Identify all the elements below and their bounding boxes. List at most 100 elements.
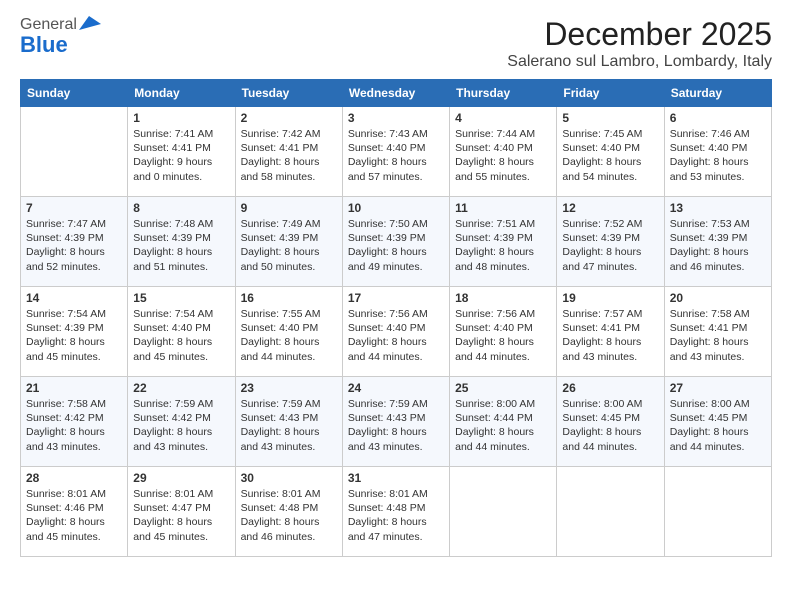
day-number: 13 [670, 201, 766, 215]
calendar-cell: 9 Sunrise: 7:49 AMSunset: 4:39 PMDayligh… [235, 197, 342, 287]
cell-sunrise: Sunrise: 7:48 AMSunset: 4:39 PMDaylight:… [133, 218, 213, 273]
cell-sunrise: Sunrise: 7:59 AMSunset: 4:43 PMDaylight:… [241, 398, 321, 453]
day-number: 12 [562, 201, 658, 215]
cell-sunrise: Sunrise: 7:45 AMSunset: 4:40 PMDaylight:… [562, 128, 642, 183]
calendar-cell: 11 Sunrise: 7:51 AMSunset: 4:39 PMDaylig… [450, 197, 557, 287]
cell-sunrise: Sunrise: 7:41 AMSunset: 4:41 PMDaylight:… [133, 128, 213, 183]
logo-blue-text: Blue [20, 32, 68, 58]
calendar-cell: 31 Sunrise: 8:01 AMSunset: 4:48 PMDaylig… [342, 467, 449, 557]
calendar-cell: 4 Sunrise: 7:44 AMSunset: 4:40 PMDayligh… [450, 107, 557, 197]
calendar-cell: 18 Sunrise: 7:56 AMSunset: 4:40 PMDaylig… [450, 287, 557, 377]
day-number: 22 [133, 381, 229, 395]
col-header-saturday: Saturday [664, 80, 771, 107]
cell-sunrise: Sunrise: 8:01 AMSunset: 4:46 PMDaylight:… [26, 488, 106, 543]
day-number: 15 [133, 291, 229, 305]
cell-sunrise: Sunrise: 7:52 AMSunset: 4:39 PMDaylight:… [562, 218, 642, 273]
cell-sunrise: Sunrise: 7:49 AMSunset: 4:39 PMDaylight:… [241, 218, 321, 273]
day-number: 30 [241, 471, 337, 485]
calendar-cell: 5 Sunrise: 7:45 AMSunset: 4:40 PMDayligh… [557, 107, 664, 197]
col-header-tuesday: Tuesday [235, 80, 342, 107]
col-header-sunday: Sunday [21, 80, 128, 107]
calendar-cell: 2 Sunrise: 7:42 AMSunset: 4:41 PMDayligh… [235, 107, 342, 197]
calendar-cell: 27 Sunrise: 8:00 AMSunset: 4:45 PMDaylig… [664, 377, 771, 467]
calendar-cell: 20 Sunrise: 7:58 AMSunset: 4:41 PMDaylig… [664, 287, 771, 377]
calendar-cell [664, 467, 771, 557]
col-header-thursday: Thursday [450, 80, 557, 107]
day-number: 27 [670, 381, 766, 395]
calendar-cell [450, 467, 557, 557]
cell-sunrise: Sunrise: 7:46 AMSunset: 4:40 PMDaylight:… [670, 128, 750, 183]
calendar-cell: 30 Sunrise: 8:01 AMSunset: 4:48 PMDaylig… [235, 467, 342, 557]
cell-sunrise: Sunrise: 8:00 AMSunset: 4:44 PMDaylight:… [455, 398, 535, 453]
calendar-cell: 28 Sunrise: 8:01 AMSunset: 4:46 PMDaylig… [21, 467, 128, 557]
col-header-monday: Monday [128, 80, 235, 107]
day-number: 14 [26, 291, 122, 305]
day-number: 4 [455, 111, 551, 125]
cell-sunrise: Sunrise: 7:47 AMSunset: 4:39 PMDaylight:… [26, 218, 106, 273]
col-header-wednesday: Wednesday [342, 80, 449, 107]
month-title: December 2025 [507, 16, 772, 53]
calendar-cell: 23 Sunrise: 7:59 AMSunset: 4:43 PMDaylig… [235, 377, 342, 467]
day-number: 28 [26, 471, 122, 485]
calendar-cell: 8 Sunrise: 7:48 AMSunset: 4:39 PMDayligh… [128, 197, 235, 287]
day-number: 7 [26, 201, 122, 215]
cell-sunrise: Sunrise: 8:01 AMSunset: 4:48 PMDaylight:… [241, 488, 321, 543]
day-number: 18 [455, 291, 551, 305]
cell-sunrise: Sunrise: 7:50 AMSunset: 4:39 PMDaylight:… [348, 218, 428, 273]
day-number: 1 [133, 111, 229, 125]
calendar-cell: 25 Sunrise: 8:00 AMSunset: 4:44 PMDaylig… [450, 377, 557, 467]
calendar-week-row: 1 Sunrise: 7:41 AMSunset: 4:41 PMDayligh… [21, 107, 772, 197]
calendar-cell: 19 Sunrise: 7:57 AMSunset: 4:41 PMDaylig… [557, 287, 664, 377]
calendar-cell: 16 Sunrise: 7:55 AMSunset: 4:40 PMDaylig… [235, 287, 342, 377]
calendar-cell: 12 Sunrise: 7:52 AMSunset: 4:39 PMDaylig… [557, 197, 664, 287]
calendar-week-row: 14 Sunrise: 7:54 AMSunset: 4:39 PMDaylig… [21, 287, 772, 377]
calendar-week-row: 28 Sunrise: 8:01 AMSunset: 4:46 PMDaylig… [21, 467, 772, 557]
cell-sunrise: Sunrise: 7:53 AMSunset: 4:39 PMDaylight:… [670, 218, 750, 273]
day-number: 8 [133, 201, 229, 215]
calendar-cell: 15 Sunrise: 7:54 AMSunset: 4:40 PMDaylig… [128, 287, 235, 377]
calendar-cell [557, 467, 664, 557]
calendar-cell: 21 Sunrise: 7:58 AMSunset: 4:42 PMDaylig… [21, 377, 128, 467]
calendar-cell: 6 Sunrise: 7:46 AMSunset: 4:40 PMDayligh… [664, 107, 771, 197]
calendar-header-row: SundayMondayTuesdayWednesdayThursdayFrid… [21, 80, 772, 107]
page-header: General Blue December 2025 Salerano sul … [20, 16, 772, 71]
calendar-cell: 13 Sunrise: 7:53 AMSunset: 4:39 PMDaylig… [664, 197, 771, 287]
location-title: Salerano sul Lambro, Lombardy, Italy [507, 53, 772, 71]
cell-sunrise: Sunrise: 7:42 AMSunset: 4:41 PMDaylight:… [241, 128, 321, 183]
day-number: 10 [348, 201, 444, 215]
calendar-cell: 24 Sunrise: 7:59 AMSunset: 4:43 PMDaylig… [342, 377, 449, 467]
day-number: 9 [241, 201, 337, 215]
cell-sunrise: Sunrise: 8:00 AMSunset: 4:45 PMDaylight:… [670, 398, 750, 453]
day-number: 19 [562, 291, 658, 305]
day-number: 26 [562, 381, 658, 395]
cell-sunrise: Sunrise: 7:56 AMSunset: 4:40 PMDaylight:… [348, 308, 428, 363]
calendar-cell: 7 Sunrise: 7:47 AMSunset: 4:39 PMDayligh… [21, 197, 128, 287]
calendar-cell: 3 Sunrise: 7:43 AMSunset: 4:40 PMDayligh… [342, 107, 449, 197]
col-header-friday: Friday [557, 80, 664, 107]
cell-sunrise: Sunrise: 7:57 AMSunset: 4:41 PMDaylight:… [562, 308, 642, 363]
day-number: 3 [348, 111, 444, 125]
cell-sunrise: Sunrise: 7:55 AMSunset: 4:40 PMDaylight:… [241, 308, 321, 363]
day-number: 25 [455, 381, 551, 395]
title-block: December 2025 Salerano sul Lambro, Lomba… [507, 16, 772, 71]
day-number: 29 [133, 471, 229, 485]
cell-sunrise: Sunrise: 7:51 AMSunset: 4:39 PMDaylight:… [455, 218, 535, 273]
cell-sunrise: Sunrise: 8:01 AMSunset: 4:48 PMDaylight:… [348, 488, 428, 543]
day-number: 2 [241, 111, 337, 125]
day-number: 24 [348, 381, 444, 395]
calendar-cell: 29 Sunrise: 8:01 AMSunset: 4:47 PMDaylig… [128, 467, 235, 557]
day-number: 16 [241, 291, 337, 305]
day-number: 21 [26, 381, 122, 395]
calendar-cell: 10 Sunrise: 7:50 AMSunset: 4:39 PMDaylig… [342, 197, 449, 287]
cell-sunrise: Sunrise: 7:54 AMSunset: 4:40 PMDaylight:… [133, 308, 213, 363]
calendar-week-row: 21 Sunrise: 7:58 AMSunset: 4:42 PMDaylig… [21, 377, 772, 467]
calendar-cell: 17 Sunrise: 7:56 AMSunset: 4:40 PMDaylig… [342, 287, 449, 377]
cell-sunrise: Sunrise: 8:01 AMSunset: 4:47 PMDaylight:… [133, 488, 213, 543]
cell-sunrise: Sunrise: 7:59 AMSunset: 4:43 PMDaylight:… [348, 398, 428, 453]
day-number: 6 [670, 111, 766, 125]
cell-sunrise: Sunrise: 7:54 AMSunset: 4:39 PMDaylight:… [26, 308, 106, 363]
cell-sunrise: Sunrise: 8:00 AMSunset: 4:45 PMDaylight:… [562, 398, 642, 453]
calendar-cell [21, 107, 128, 197]
cell-sunrise: Sunrise: 7:59 AMSunset: 4:42 PMDaylight:… [133, 398, 213, 453]
cell-sunrise: Sunrise: 7:58 AMSunset: 4:41 PMDaylight:… [670, 308, 750, 363]
